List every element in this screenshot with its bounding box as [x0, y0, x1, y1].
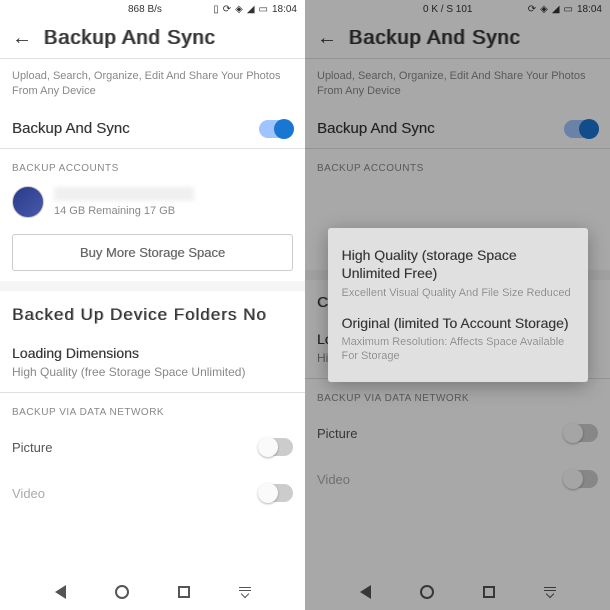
- subtitle: Upload, Search, Organize, Edit And Share…: [0, 59, 305, 110]
- video-toggle[interactable]: [259, 484, 293, 502]
- sync-icon: ⟳: [223, 4, 231, 15]
- vibrate-icon: ▯: [213, 4, 219, 15]
- picture-toggle[interactable]: [259, 438, 293, 456]
- status-bar: 868 B/s ▯ ⟳ ◈ ◢ ▭ 18:04: [0, 0, 305, 18]
- nav-bar: [0, 574, 305, 610]
- video-label: Video: [12, 486, 45, 501]
- phone-left: 868 B/s ▯ ⟳ ◈ ◢ ▭ 18:04 ← Backup And Syn…: [0, 0, 305, 610]
- picture-row: Picture: [0, 424, 305, 470]
- picture-label: Picture: [12, 440, 52, 455]
- nav-back-icon[interactable]: [55, 585, 66, 599]
- account-info: 14 GB Remaining 17 GB: [54, 187, 293, 217]
- gap: [0, 281, 305, 291]
- data-rate: 868 B/s: [128, 4, 162, 15]
- avatar: [12, 186, 44, 218]
- account-storage: 14 GB Remaining 17 GB: [54, 205, 293, 217]
- back-icon[interactable]: ←: [12, 27, 32, 50]
- option-title: High Quality (storage Space Unlimited Fr…: [342, 246, 574, 282]
- account-row[interactable]: 14 GB Remaining 17 GB: [0, 180, 305, 224]
- clock: 18:04: [272, 4, 297, 15]
- signal-icon: ◢: [247, 4, 255, 15]
- sync-row: Backup And Sync: [0, 110, 305, 148]
- nav-recent-icon[interactable]: [178, 586, 190, 598]
- quality-dialog: High Quality (storage Space Unlimited Fr…: [328, 228, 588, 381]
- backup-accounts-label: BACKUP ACCOUNTS: [0, 149, 305, 180]
- sync-toggle[interactable]: [259, 120, 293, 138]
- loading-dimensions[interactable]: Loading Dimensions: [0, 327, 305, 363]
- dialog-overlay[interactable]: High Quality (storage Space Unlimited Fr…: [305, 0, 610, 610]
- nav-home-icon[interactable]: [115, 585, 129, 599]
- folders-title[interactable]: Backed Up Device Folders No: [0, 291, 305, 327]
- quality-text: High Quality (free Storage Space Unlimit…: [0, 363, 305, 393]
- header: ← Backup And Sync: [0, 18, 305, 58]
- account-email-blurred: [54, 187, 194, 201]
- sync-label: Backup And Sync: [12, 120, 130, 137]
- option-desc: Excellent Visual Quality And File Size R…: [342, 286, 574, 300]
- dialog-option-original[interactable]: Original (limited To Account Storage) Ma…: [342, 314, 574, 364]
- nav-menu-icon[interactable]: [239, 587, 251, 597]
- buy-storage-button[interactable]: Buy More Storage Space: [12, 234, 293, 271]
- wifi-icon: ◈: [235, 4, 243, 15]
- battery-icon: ▭: [259, 4, 268, 15]
- page-title: Backup And Sync: [44, 27, 216, 50]
- dialog-option-high-quality[interactable]: High Quality (storage Space Unlimited Fr…: [342, 246, 574, 300]
- network-label: BACKUP VIA DATA NETWORK: [0, 393, 305, 424]
- phone-right: 0 K / S 101 ⟳ ◈ ◢ ▭ 18:04 ← Backup And S…: [305, 0, 610, 610]
- option-title: Original (limited To Account Storage): [342, 314, 574, 332]
- video-row: Video: [0, 470, 305, 516]
- option-desc: Maximum Resolution: Affects Space Availa…: [342, 335, 574, 364]
